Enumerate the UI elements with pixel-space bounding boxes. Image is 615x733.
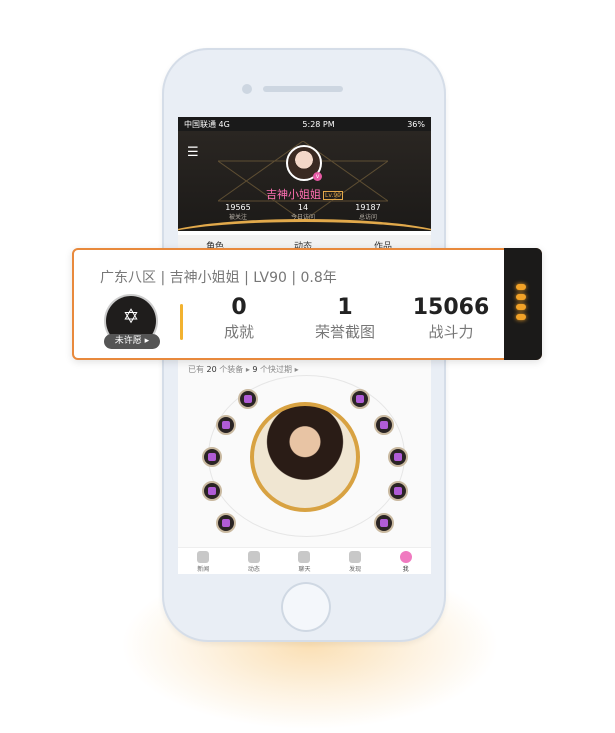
equip-slot[interactable]	[216, 513, 236, 533]
card-divider	[180, 304, 183, 340]
nav-activity[interactable]: 动态	[229, 548, 279, 574]
equip-slot[interactable]	[350, 389, 370, 409]
indicator-light	[516, 304, 526, 310]
activity-icon	[247, 551, 260, 563]
star-emblem-icon: ✡	[122, 304, 140, 328]
equip-slot[interactable]	[388, 481, 408, 501]
nav-discover[interactable]: 发现	[330, 548, 380, 574]
profile-header: ☰ v 吉神小姐姐 Lv.90 19565 被关注 14 今日访问 19187 总访问	[178, 131, 431, 231]
equip-slot[interactable]	[202, 481, 222, 501]
profile-nickname: 吉神小姐姐 Lv.90	[266, 188, 343, 201]
clock: 5:28 PM	[302, 119, 335, 129]
battery-level: 36%	[407, 119, 425, 129]
news-icon	[197, 551, 210, 563]
earpiece-speaker	[263, 86, 343, 92]
front-camera	[242, 84, 252, 94]
equip-slot[interactable]	[216, 415, 236, 435]
verified-icon: v	[313, 172, 322, 181]
equip-slot[interactable]	[388, 447, 408, 467]
menu-icon[interactable]: ☰	[187, 145, 199, 160]
equip-slot[interactable]	[374, 415, 394, 435]
stat-achievements[interactable]: 0 成就	[184, 295, 294, 342]
indicator-light	[516, 314, 526, 320]
stat-honor-screenshots[interactable]: 1 荣誉截图	[290, 295, 400, 342]
character-portrait[interactable]	[250, 402, 360, 512]
chat-icon	[298, 551, 311, 563]
card-header: 广东八区 | 吉神小姐姐 | LV90 | 0.8年	[100, 270, 337, 286]
equip-slot[interactable]	[238, 389, 258, 409]
stat-total-visits[interactable]: 19187 总访问	[338, 203, 398, 221]
equip-slot[interactable]	[374, 513, 394, 533]
home-button[interactable]	[281, 582, 331, 632]
bottom-nav: 新闻 动态 聊天 发现 我	[178, 547, 431, 574]
equip-slot[interactable]	[202, 447, 222, 467]
card-side-handle[interactable]	[504, 248, 542, 360]
wish-badge-label[interactable]: 未许愿 ▸	[104, 334, 160, 349]
nav-news[interactable]: 新闻	[178, 548, 228, 574]
carrier-label: 中国联通 4G	[184, 119, 230, 129]
nav-me[interactable]: 我	[381, 548, 431, 574]
stat-followers[interactable]: 19565 被关注	[208, 203, 268, 221]
level-tag: Lv.90	[323, 190, 343, 200]
status-bar: 中国联通 4G 5:28 PM 36%	[178, 117, 431, 131]
profile-summary-card[interactable]: 广东八区 | 吉神小姐姐 | LV90 | 0.8年 ✡ 未许愿 ▸ 0 成就 1…	[72, 248, 542, 360]
equipment-summary[interactable]: 已有 20 个装备 ▸ 9 个快过期 ▸	[188, 364, 299, 375]
indicator-light	[516, 284, 526, 290]
discover-icon	[349, 551, 362, 563]
indicator-light	[516, 294, 526, 300]
stat-combat-power[interactable]: 15066 战斗力	[396, 295, 506, 342]
nav-chat[interactable]: 聊天	[279, 548, 329, 574]
me-icon	[399, 551, 412, 563]
